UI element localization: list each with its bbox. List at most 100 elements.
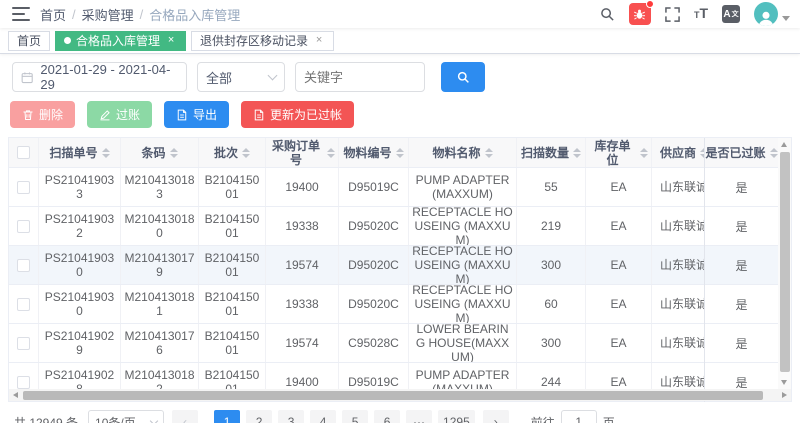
close-icon[interactable]: ×	[165, 35, 177, 47]
scroll-left-icon[interactable]	[13, 392, 18, 398]
tab-qualified-inbound[interactable]: 合格品入库管理 ×	[55, 31, 186, 51]
row-checkbox[interactable]	[17, 220, 30, 233]
page-size-select[interactable]: 10条/页	[88, 410, 164, 423]
export-button[interactable]: 导出	[164, 101, 229, 128]
sort-icon[interactable]	[170, 148, 178, 158]
table-row[interactable]: PS210419028M2104130182B21041500119400D95…	[9, 363, 779, 389]
next-page-button[interactable]: ›	[483, 410, 509, 423]
goto-page: 前往 页	[531, 410, 615, 423]
sort-icon[interactable]	[242, 148, 250, 158]
update-posted-button[interactable]: 更新为已过帐	[241, 101, 354, 128]
sort-icon[interactable]	[396, 148, 404, 158]
page-button-4[interactable]: 4	[310, 410, 336, 423]
col-stock-unit[interactable]: 库存单位	[586, 138, 652, 167]
col-is-posted[interactable]: 是否已过账	[705, 138, 778, 168]
page-ellipsis[interactable]: ···	[406, 410, 432, 423]
cell-batch: B210415001	[199, 168, 266, 206]
page-button-1295[interactable]: 1295	[438, 410, 475, 423]
row-checkbox[interactable]	[17, 298, 30, 311]
col-po-no[interactable]: 采购订单号	[266, 138, 339, 167]
page-button-2[interactable]: 2	[246, 410, 272, 423]
breadcrumb-purchase[interactable]: 采购管理	[82, 5, 134, 24]
breadcrumb-separator: /	[72, 7, 76, 22]
tab-home[interactable]: 首页	[8, 31, 50, 51]
scrollbar-thumb[interactable]	[23, 391, 763, 400]
table-row[interactable]: PS210419032M2104130180B21041500119338D95…	[9, 207, 779, 246]
cell-stock-unit: EA	[586, 285, 652, 323]
language-icon[interactable]: A文	[722, 5, 740, 23]
col-material-no[interactable]: 物料编号	[339, 138, 409, 167]
page-button-5[interactable]: 5	[342, 410, 368, 423]
horizontal-scrollbar[interactable]	[9, 389, 791, 401]
cell-is-posted: 是	[705, 246, 778, 285]
active-dot	[64, 37, 71, 44]
table-row[interactable]: PS210419033M2104130183B21041500119400D95…	[9, 168, 779, 207]
col-barcode[interactable]: 条码	[121, 138, 199, 167]
col-scan-qty[interactable]: 扫描数量	[517, 138, 586, 167]
sidebar-toggle-icon[interactable]	[12, 7, 30, 21]
scroll-down-icon[interactable]	[781, 380, 787, 385]
scroll-right-icon[interactable]	[782, 392, 787, 398]
cell-material-no: D95020C	[339, 207, 409, 245]
page-button-1[interactable]: 1	[214, 410, 240, 423]
scroll-up-icon[interactable]	[781, 142, 787, 147]
row-checkbox[interactable]	[17, 181, 30, 194]
sort-icon[interactable]	[770, 148, 778, 158]
vertical-scrollbar[interactable]	[778, 138, 791, 389]
cell-material-no: C95028C	[339, 324, 409, 362]
page-button-3[interactable]: 3	[278, 410, 304, 423]
sort-icon[interactable]	[102, 148, 110, 158]
goto-page-input[interactable]	[561, 410, 597, 423]
close-icon[interactable]: ×	[313, 35, 325, 47]
calendar-icon	[21, 71, 33, 84]
status-select[interactable]: 全部	[197, 62, 285, 92]
cell-scan-no: PS210419030	[39, 246, 121, 284]
bug-report-icon[interactable]	[629, 3, 651, 25]
col-material-name[interactable]: 物料名称	[409, 138, 517, 167]
date-range-picker[interactable]: 2021-01-29 - 2021-04-29	[12, 62, 187, 92]
fullscreen-icon[interactable]	[665, 7, 680, 22]
cell-material-no: D95019C	[339, 168, 409, 206]
tags-view: 首页 合格品入库管理 × 退供封存区移动记录 ×	[0, 28, 800, 54]
delete-button[interactable]: 删除	[10, 101, 75, 128]
cell-is-posted: 是	[705, 207, 778, 246]
cell-barcode: M2104130183	[121, 168, 199, 206]
cell-is-posted: 是	[705, 324, 778, 363]
search-icon[interactable]	[600, 7, 615, 22]
breadcrumb: 首页 / 采购管理 / 合格品入库管理	[40, 5, 240, 24]
cell-po-no: 19338	[266, 207, 339, 245]
cell-scan-qty: 300	[517, 246, 586, 284]
table-row[interactable]: PS210419030M2104130179B21041500119574D95…	[9, 246, 779, 285]
table-row[interactable]: PS210419029M2104130176B21041500119574C95…	[9, 324, 779, 363]
search-button[interactable]	[441, 62, 485, 92]
tab-return-sealed-records[interactable]: 退供封存区移动记录 ×	[191, 31, 334, 51]
sort-icon[interactable]	[573, 148, 581, 158]
col-batch[interactable]: 批次	[199, 138, 266, 167]
row-checkbox[interactable]	[17, 259, 30, 272]
cell-batch: B210415001	[199, 363, 266, 389]
font-size-icon[interactable]: TT	[694, 6, 708, 22]
pagination: 共 12949 条 10条/页 ‹ 123456···1295 › 前往 页	[14, 410, 792, 423]
sort-icon[interactable]	[640, 148, 648, 158]
keyword-input[interactable]	[295, 62, 425, 92]
table-header: 扫描单号 条码 批次 采购订单号 物料编号 物料名称 扫描数量 库存单位 供应商	[9, 138, 779, 168]
post-button[interactable]: 过账	[87, 101, 152, 128]
cell-po-no: 19400	[266, 363, 339, 389]
sort-icon[interactable]	[327, 148, 335, 158]
breadcrumb-home[interactable]: 首页	[40, 5, 66, 24]
cell-material-name: RECEPTACLE HOUSEING (MAXXUM)	[409, 207, 517, 245]
select-all-checkbox[interactable]	[17, 146, 30, 159]
row-checkbox[interactable]	[17, 337, 30, 350]
col-scan-no[interactable]: 扫描单号	[39, 138, 121, 167]
scrollbar-thumb[interactable]	[780, 152, 790, 372]
cell-po-no: 19574	[266, 246, 339, 284]
table-row[interactable]: PS210419030M2104130181B21041500119338D95…	[9, 285, 779, 324]
row-checkbox[interactable]	[17, 376, 30, 389]
status-select-value: 全部	[206, 68, 232, 87]
cell-material-name: RECEPTACLE HOUSEING (MAXXUM)	[409, 246, 517, 284]
sort-icon[interactable]	[485, 148, 493, 158]
cell-material-no: D95019C	[339, 363, 409, 389]
prev-page-button[interactable]: ‹	[172, 410, 198, 423]
user-menu[interactable]	[754, 2, 790, 26]
page-button-6[interactable]: 6	[374, 410, 400, 423]
